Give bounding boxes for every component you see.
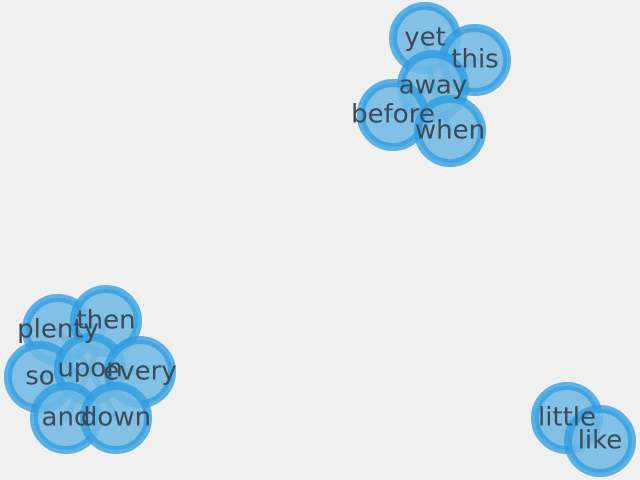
node-label-then: then xyxy=(76,306,135,336)
node-label-like: like xyxy=(578,426,623,456)
node-label-yet: yet xyxy=(404,23,446,53)
word-graph-canvas: yetthisawaybeforewhenplentythenso uponeve… xyxy=(0,0,640,480)
node-label-when: when xyxy=(415,116,485,146)
node-label-away: away xyxy=(399,71,468,101)
node-label-so: so xyxy=(25,362,54,392)
node-label-every: every xyxy=(103,357,176,387)
node-label-down: down xyxy=(81,403,151,433)
